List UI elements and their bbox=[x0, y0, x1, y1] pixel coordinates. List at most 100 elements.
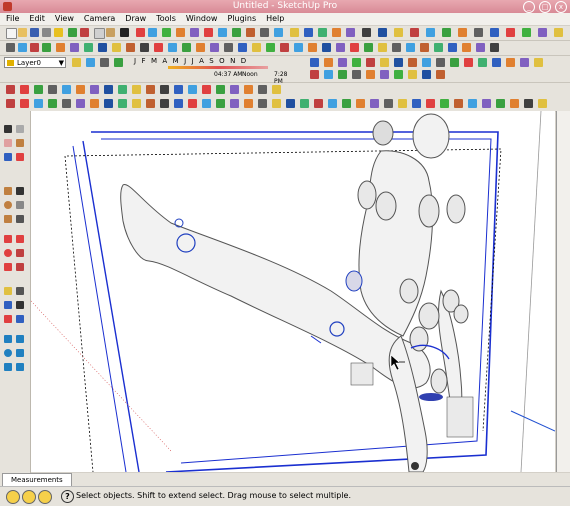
tool-icon-74[interactable] bbox=[394, 58, 403, 67]
tool-icon-6[interactable] bbox=[204, 28, 213, 37]
new-file-icon[interactable] bbox=[6, 28, 17, 39]
delete-icon[interactable] bbox=[120, 28, 129, 37]
rotate-icon[interactable] bbox=[4, 249, 12, 257]
print-icon[interactable] bbox=[42, 28, 51, 37]
tool-icon-45[interactable] bbox=[224, 43, 233, 52]
home-icon[interactable] bbox=[246, 28, 255, 37]
tool-icon-114[interactable] bbox=[272, 85, 281, 94]
tool-icon-134[interactable] bbox=[272, 99, 281, 108]
menu-plugins[interactable]: Plugins bbox=[227, 13, 256, 25]
tool-icon-106[interactable] bbox=[160, 85, 169, 94]
tool-icon-145[interactable] bbox=[426, 99, 435, 108]
zoom-extents-icon[interactable] bbox=[16, 363, 24, 371]
tool-icon-125[interactable] bbox=[146, 99, 155, 108]
tool-icon-26[interactable] bbox=[522, 28, 531, 37]
tool-icon-123[interactable] bbox=[118, 99, 127, 108]
freehand-icon[interactable] bbox=[16, 215, 24, 223]
tool-icon-64[interactable] bbox=[490, 43, 499, 52]
minimize-button[interactable]: _ bbox=[523, 1, 535, 13]
tool-icon-142[interactable] bbox=[384, 99, 393, 108]
tool-icon-103[interactable] bbox=[118, 85, 127, 94]
tool-icon-83[interactable] bbox=[520, 58, 529, 67]
close-button[interactable]: x bbox=[555, 1, 567, 13]
tool-icon-63[interactable] bbox=[476, 43, 485, 52]
tool-icon-121[interactable] bbox=[90, 99, 99, 108]
tool-icon-107[interactable] bbox=[174, 85, 183, 94]
tool-icon-147[interactable] bbox=[454, 99, 463, 108]
line-icon[interactable] bbox=[16, 187, 24, 195]
tool-icon-96[interactable] bbox=[20, 85, 29, 94]
warning-icon[interactable] bbox=[54, 28, 63, 37]
tool-icon-154[interactable] bbox=[4, 153, 12, 161]
tool-icon-14[interactable] bbox=[332, 28, 341, 37]
tool-icon-71[interactable] bbox=[352, 58, 361, 67]
tool-icon-90[interactable] bbox=[380, 70, 389, 79]
axes-icon[interactable] bbox=[4, 315, 12, 323]
tool-icon-65[interactable] bbox=[86, 58, 95, 67]
tool-icon-57[interactable] bbox=[392, 43, 401, 52]
tool-icon-60[interactable] bbox=[434, 43, 443, 52]
tool-icon-53[interactable] bbox=[336, 43, 345, 52]
menu-file[interactable]: File bbox=[6, 13, 19, 25]
tool-icon-75[interactable] bbox=[408, 58, 417, 67]
zoom-window-icon[interactable] bbox=[16, 349, 24, 357]
tool-icon-67[interactable] bbox=[114, 58, 123, 67]
tool-icon-1[interactable] bbox=[136, 28, 145, 37]
tool-icon-84[interactable] bbox=[534, 58, 543, 67]
tool-icon-54[interactable] bbox=[350, 43, 359, 52]
tool-icon-152[interactable] bbox=[524, 99, 533, 108]
tool-icon-120[interactable] bbox=[76, 99, 85, 108]
tool-icon-43[interactable] bbox=[196, 43, 205, 52]
tool-icon-87[interactable] bbox=[338, 70, 347, 79]
tool-icon-89[interactable] bbox=[366, 70, 375, 79]
tool-icon-138[interactable] bbox=[328, 99, 337, 108]
tool-icon-127[interactable] bbox=[174, 99, 183, 108]
tool-icon-46[interactable] bbox=[238, 43, 247, 52]
tool-icon-28[interactable] bbox=[554, 28, 563, 37]
tool-icon-86[interactable] bbox=[324, 70, 333, 79]
tool-icon-98[interactable] bbox=[48, 85, 57, 94]
tool-icon-10[interactable] bbox=[274, 28, 283, 37]
tool-icon-148[interactable] bbox=[468, 99, 477, 108]
tool-icon-140[interactable] bbox=[356, 99, 365, 108]
tool-icon-129[interactable] bbox=[202, 99, 211, 108]
tool-icon-133[interactable] bbox=[258, 99, 267, 108]
tool-icon-47[interactable] bbox=[252, 43, 261, 52]
tool-icon-34[interactable] bbox=[70, 43, 79, 52]
tool-icon-48[interactable] bbox=[266, 43, 275, 52]
menu-tools[interactable]: Tools bbox=[156, 13, 176, 25]
tool-icon-15[interactable] bbox=[346, 28, 355, 37]
tool-icon-59[interactable] bbox=[420, 43, 429, 52]
tool-icon-70[interactable] bbox=[338, 58, 347, 67]
tool-icon-13[interactable] bbox=[318, 28, 327, 37]
tool-icon-81[interactable] bbox=[492, 58, 501, 67]
tool-icon-109[interactable] bbox=[202, 85, 211, 94]
help-icon[interactable]: ? bbox=[61, 490, 74, 503]
tool-icon-32[interactable] bbox=[42, 43, 51, 52]
tool-icon-41[interactable] bbox=[168, 43, 177, 52]
undo-icon[interactable] bbox=[68, 28, 77, 37]
tool-icon-85[interactable] bbox=[310, 70, 319, 79]
tool-icon-30[interactable] bbox=[18, 43, 27, 52]
tool-icon-135[interactable] bbox=[286, 99, 295, 108]
tool-icon-4[interactable] bbox=[176, 28, 185, 37]
menu-edit[interactable]: Edit bbox=[29, 13, 45, 25]
tool-icon-78[interactable] bbox=[450, 58, 459, 67]
tool-icon-118[interactable] bbox=[48, 99, 57, 108]
menu-window[interactable]: Window bbox=[186, 13, 218, 25]
model-viewport[interactable] bbox=[31, 111, 555, 472]
tool-icon-139[interactable] bbox=[342, 99, 351, 108]
tool-icon-44[interactable] bbox=[210, 43, 219, 52]
tool-icon-99[interactable] bbox=[62, 85, 71, 94]
follow-me-icon[interactable] bbox=[16, 249, 24, 257]
tool-icon-50[interactable] bbox=[294, 43, 303, 52]
tool-icon-130[interactable] bbox=[216, 99, 225, 108]
tool-icon-37[interactable] bbox=[112, 43, 121, 52]
tool-icon-94[interactable] bbox=[436, 70, 445, 79]
tool-icon-19[interactable] bbox=[410, 28, 419, 37]
tool-icon-24[interactable] bbox=[490, 28, 499, 37]
tool-icon-72[interactable] bbox=[366, 58, 375, 67]
tool-icon-31[interactable] bbox=[30, 43, 39, 52]
tool-icon-8[interactable] bbox=[232, 28, 241, 37]
menu-camera[interactable]: Camera bbox=[84, 13, 115, 25]
